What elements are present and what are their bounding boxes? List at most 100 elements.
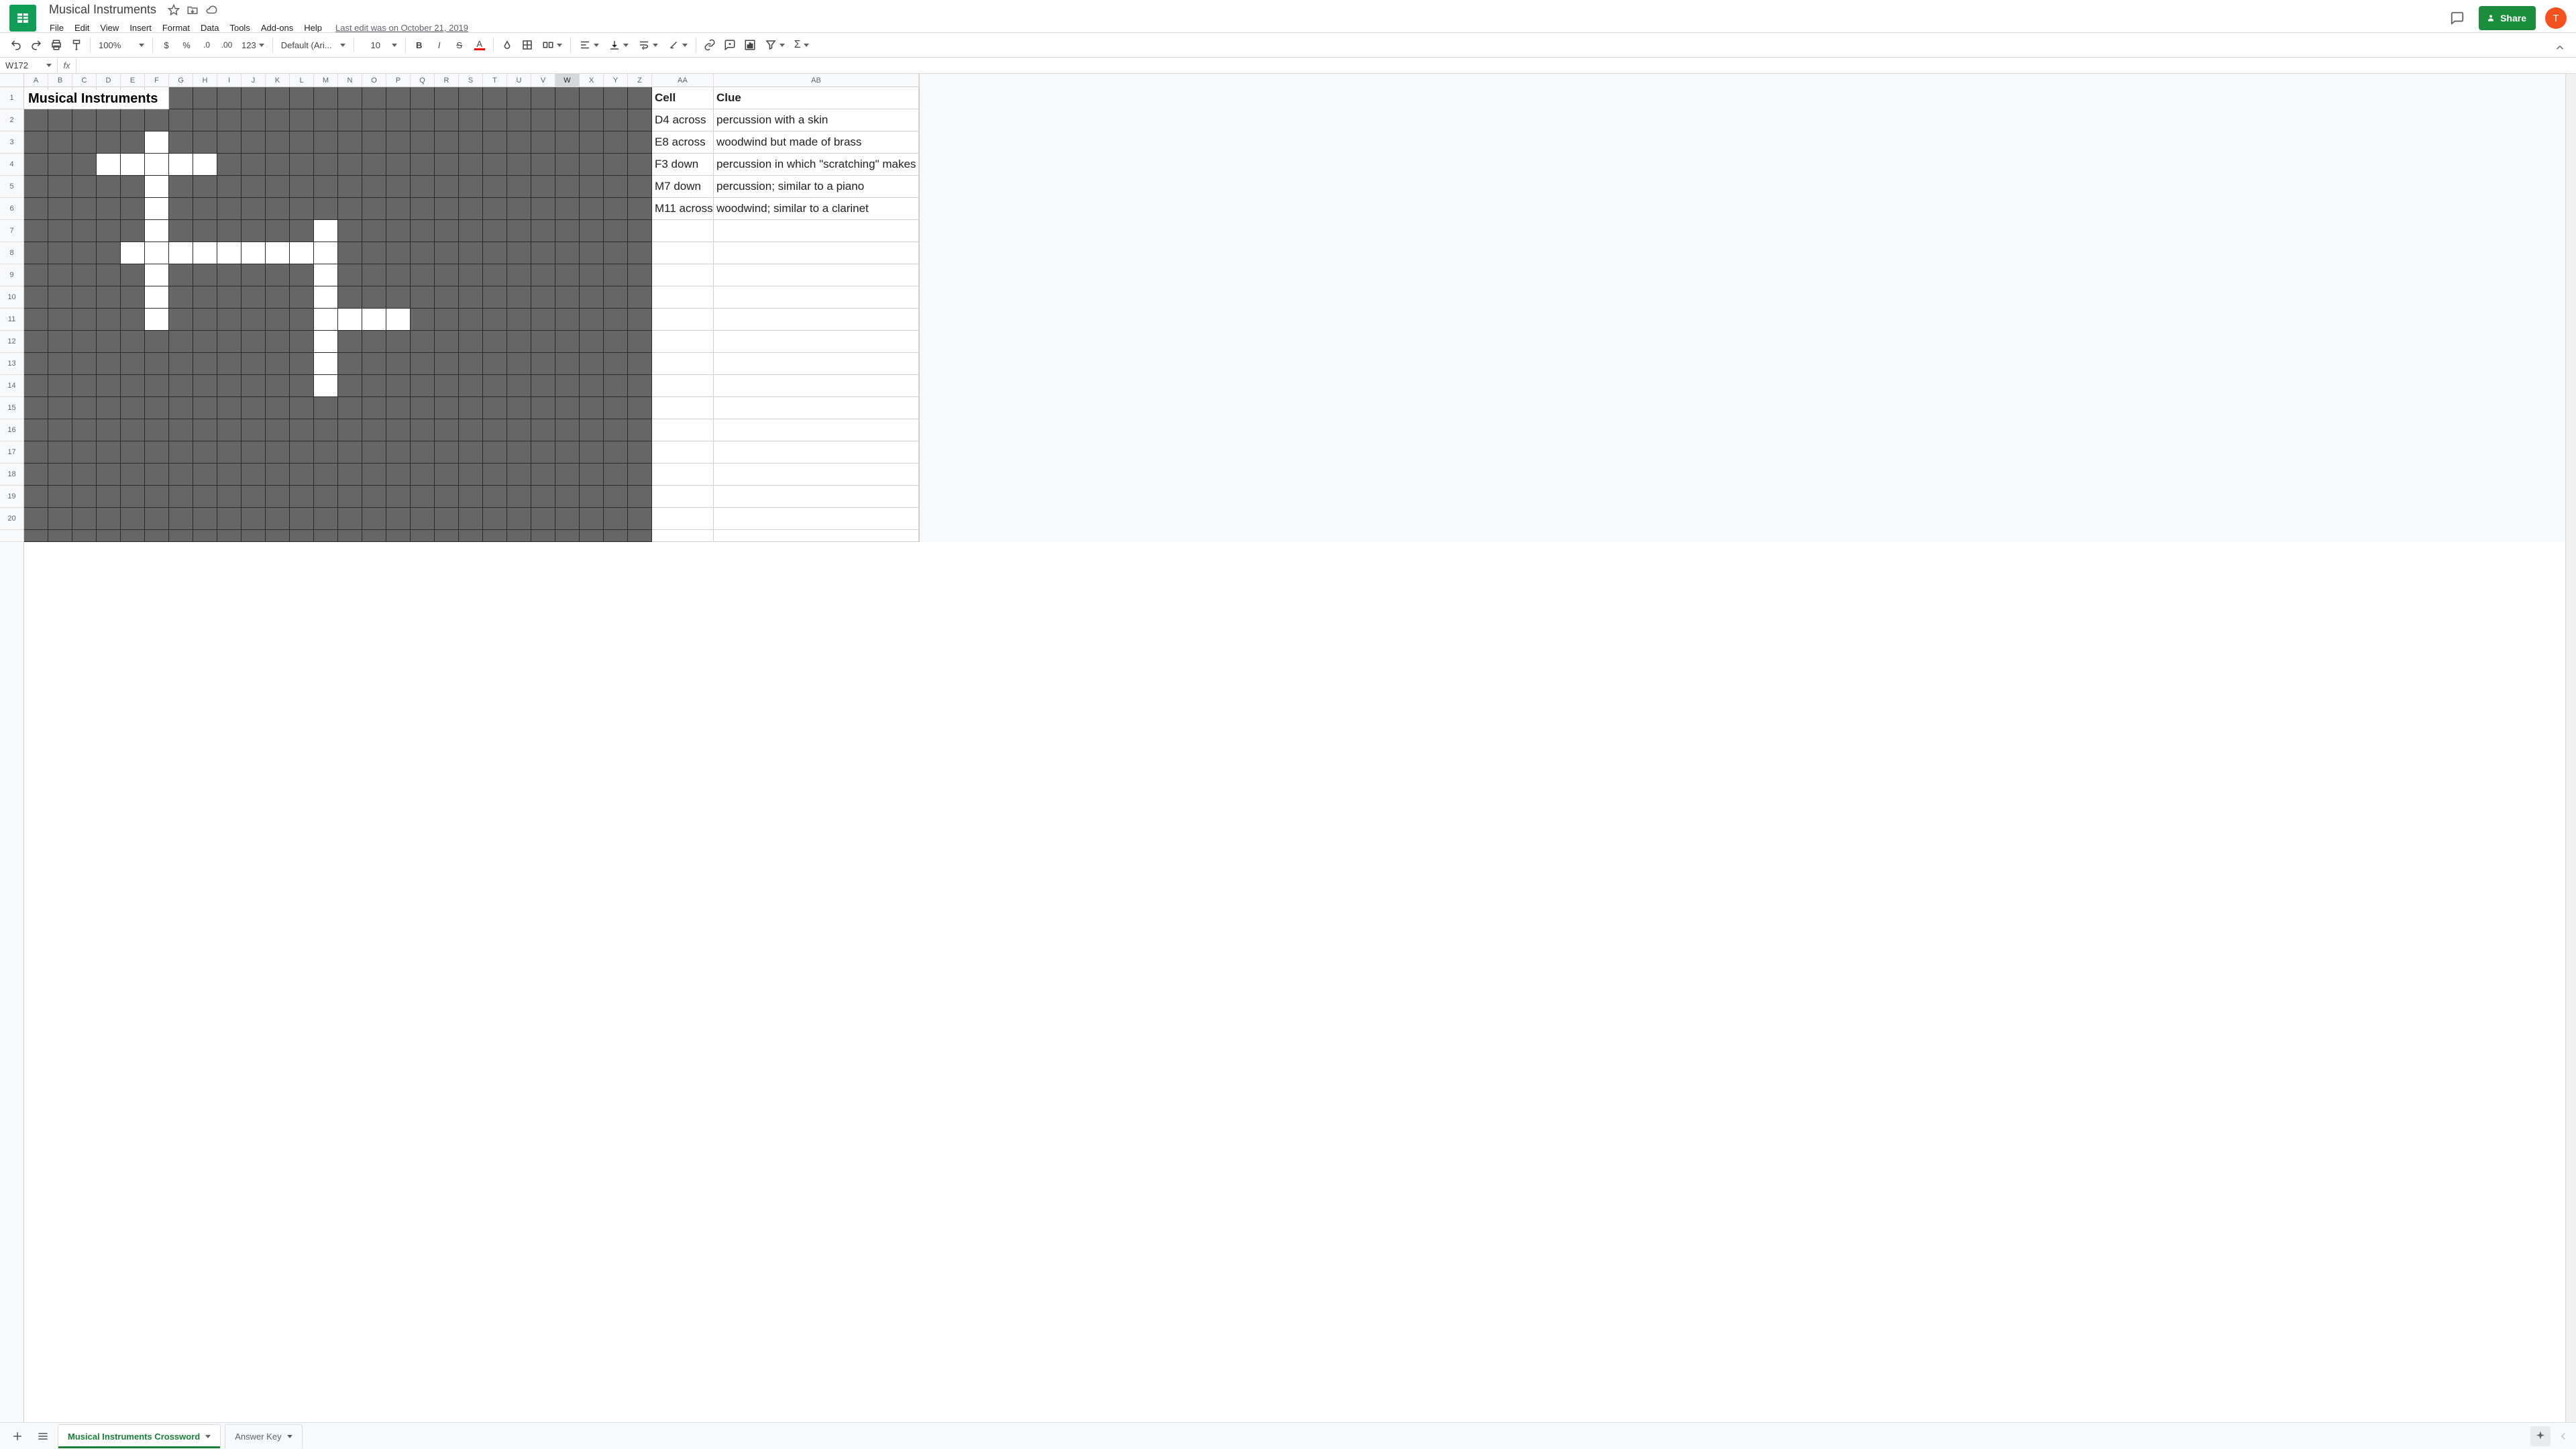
cell[interactable] bbox=[266, 375, 290, 397]
cell[interactable] bbox=[604, 87, 628, 109]
cell[interactable] bbox=[362, 353, 386, 375]
row-header[interactable]: 15 bbox=[0, 397, 23, 419]
column-header[interactable]: AB bbox=[714, 74, 919, 87]
cell[interactable] bbox=[604, 242, 628, 264]
clue-text[interactable] bbox=[714, 486, 919, 508]
cell[interactable] bbox=[338, 264, 362, 286]
cell[interactable] bbox=[411, 419, 435, 441]
cell[interactable] bbox=[338, 309, 362, 331]
cell[interactable] bbox=[193, 87, 217, 109]
cell[interactable] bbox=[483, 530, 507, 542]
cell[interactable] bbox=[241, 131, 266, 154]
cell[interactable] bbox=[145, 198, 169, 220]
cell[interactable] bbox=[459, 508, 483, 530]
cell[interactable] bbox=[241, 508, 266, 530]
cell[interactable] bbox=[24, 353, 48, 375]
row-header[interactable]: 17 bbox=[0, 441, 23, 464]
cell[interactable] bbox=[507, 486, 531, 508]
cell[interactable] bbox=[169, 375, 193, 397]
cell[interactable] bbox=[169, 109, 193, 131]
cell[interactable] bbox=[483, 286, 507, 309]
cell[interactable] bbox=[145, 242, 169, 264]
merge-dropdown[interactable] bbox=[538, 36, 566, 54]
cell[interactable] bbox=[24, 486, 48, 508]
cell[interactable] bbox=[217, 154, 241, 176]
cell[interactable] bbox=[121, 419, 145, 441]
cell[interactable] bbox=[24, 464, 48, 486]
cell[interactable] bbox=[266, 264, 290, 286]
cell[interactable] bbox=[411, 176, 435, 198]
cell[interactable] bbox=[145, 486, 169, 508]
cell[interactable] bbox=[314, 331, 338, 353]
cell[interactable] bbox=[24, 131, 48, 154]
cell[interactable] bbox=[435, 198, 459, 220]
column-header[interactable]: D bbox=[97, 74, 121, 87]
cell[interactable] bbox=[555, 176, 580, 198]
cell[interactable] bbox=[290, 87, 314, 109]
cell[interactable] bbox=[459, 220, 483, 242]
clue-text[interactable] bbox=[714, 242, 919, 264]
cell[interactable] bbox=[145, 397, 169, 419]
cell[interactable] bbox=[24, 397, 48, 419]
cell[interactable] bbox=[72, 530, 97, 542]
cell[interactable] bbox=[145, 331, 169, 353]
cell[interactable] bbox=[145, 176, 169, 198]
cell[interactable] bbox=[145, 375, 169, 397]
cell[interactable] bbox=[580, 220, 604, 242]
cell[interactable] bbox=[24, 419, 48, 441]
clue-cell[interactable]: F3 down bbox=[652, 154, 714, 176]
cell[interactable] bbox=[411, 397, 435, 419]
row-header[interactable]: 14 bbox=[0, 375, 23, 397]
share-button[interactable]: Share bbox=[2479, 6, 2536, 30]
cell[interactable] bbox=[459, 198, 483, 220]
cell[interactable] bbox=[241, 419, 266, 441]
cell[interactable] bbox=[555, 87, 580, 109]
cell[interactable] bbox=[72, 87, 97, 109]
cell[interactable] bbox=[435, 87, 459, 109]
cell[interactable] bbox=[72, 464, 97, 486]
doc-title[interactable]: Musical Instruments bbox=[44, 1, 161, 19]
cell[interactable] bbox=[314, 309, 338, 331]
cell[interactable] bbox=[338, 131, 362, 154]
row-header[interactable]: 13 bbox=[0, 353, 23, 375]
cell[interactable] bbox=[145, 109, 169, 131]
chevron-left-icon[interactable] bbox=[2557, 1430, 2569, 1442]
cell[interactable] bbox=[24, 154, 48, 176]
cell[interactable] bbox=[169, 508, 193, 530]
cell[interactable] bbox=[483, 131, 507, 154]
cell[interactable] bbox=[314, 419, 338, 441]
cell[interactable] bbox=[97, 198, 121, 220]
cell[interactable] bbox=[435, 109, 459, 131]
row-header[interactable]: 6 bbox=[0, 198, 23, 220]
cell[interactable] bbox=[338, 486, 362, 508]
cell[interactable] bbox=[169, 530, 193, 542]
cell[interactable] bbox=[483, 176, 507, 198]
font-dropdown[interactable]: Default (Ari... bbox=[277, 36, 350, 54]
cell[interactable] bbox=[555, 242, 580, 264]
cell[interactable] bbox=[24, 109, 48, 131]
cell[interactable] bbox=[338, 286, 362, 309]
cell[interactable] bbox=[338, 331, 362, 353]
cell[interactable] bbox=[193, 176, 217, 198]
cell[interactable] bbox=[72, 486, 97, 508]
cell[interactable] bbox=[386, 397, 411, 419]
cell[interactable] bbox=[338, 353, 362, 375]
add-sheet-icon[interactable] bbox=[7, 1426, 28, 1447]
filter-dropdown[interactable] bbox=[761, 36, 789, 54]
cell[interactable] bbox=[531, 441, 555, 464]
cell[interactable] bbox=[241, 486, 266, 508]
cell[interactable] bbox=[266, 530, 290, 542]
row-header[interactable]: 5 bbox=[0, 176, 23, 198]
cell[interactable] bbox=[604, 309, 628, 331]
cell[interactable] bbox=[266, 419, 290, 441]
cell[interactable] bbox=[531, 309, 555, 331]
cell[interactable] bbox=[435, 530, 459, 542]
cell[interactable] bbox=[24, 176, 48, 198]
cell[interactable] bbox=[459, 176, 483, 198]
cell[interactable] bbox=[362, 309, 386, 331]
cell[interactable] bbox=[628, 198, 652, 220]
borders-icon[interactable] bbox=[518, 36, 537, 54]
cell[interactable] bbox=[628, 154, 652, 176]
cell[interactable] bbox=[266, 176, 290, 198]
cell[interactable] bbox=[628, 176, 652, 198]
